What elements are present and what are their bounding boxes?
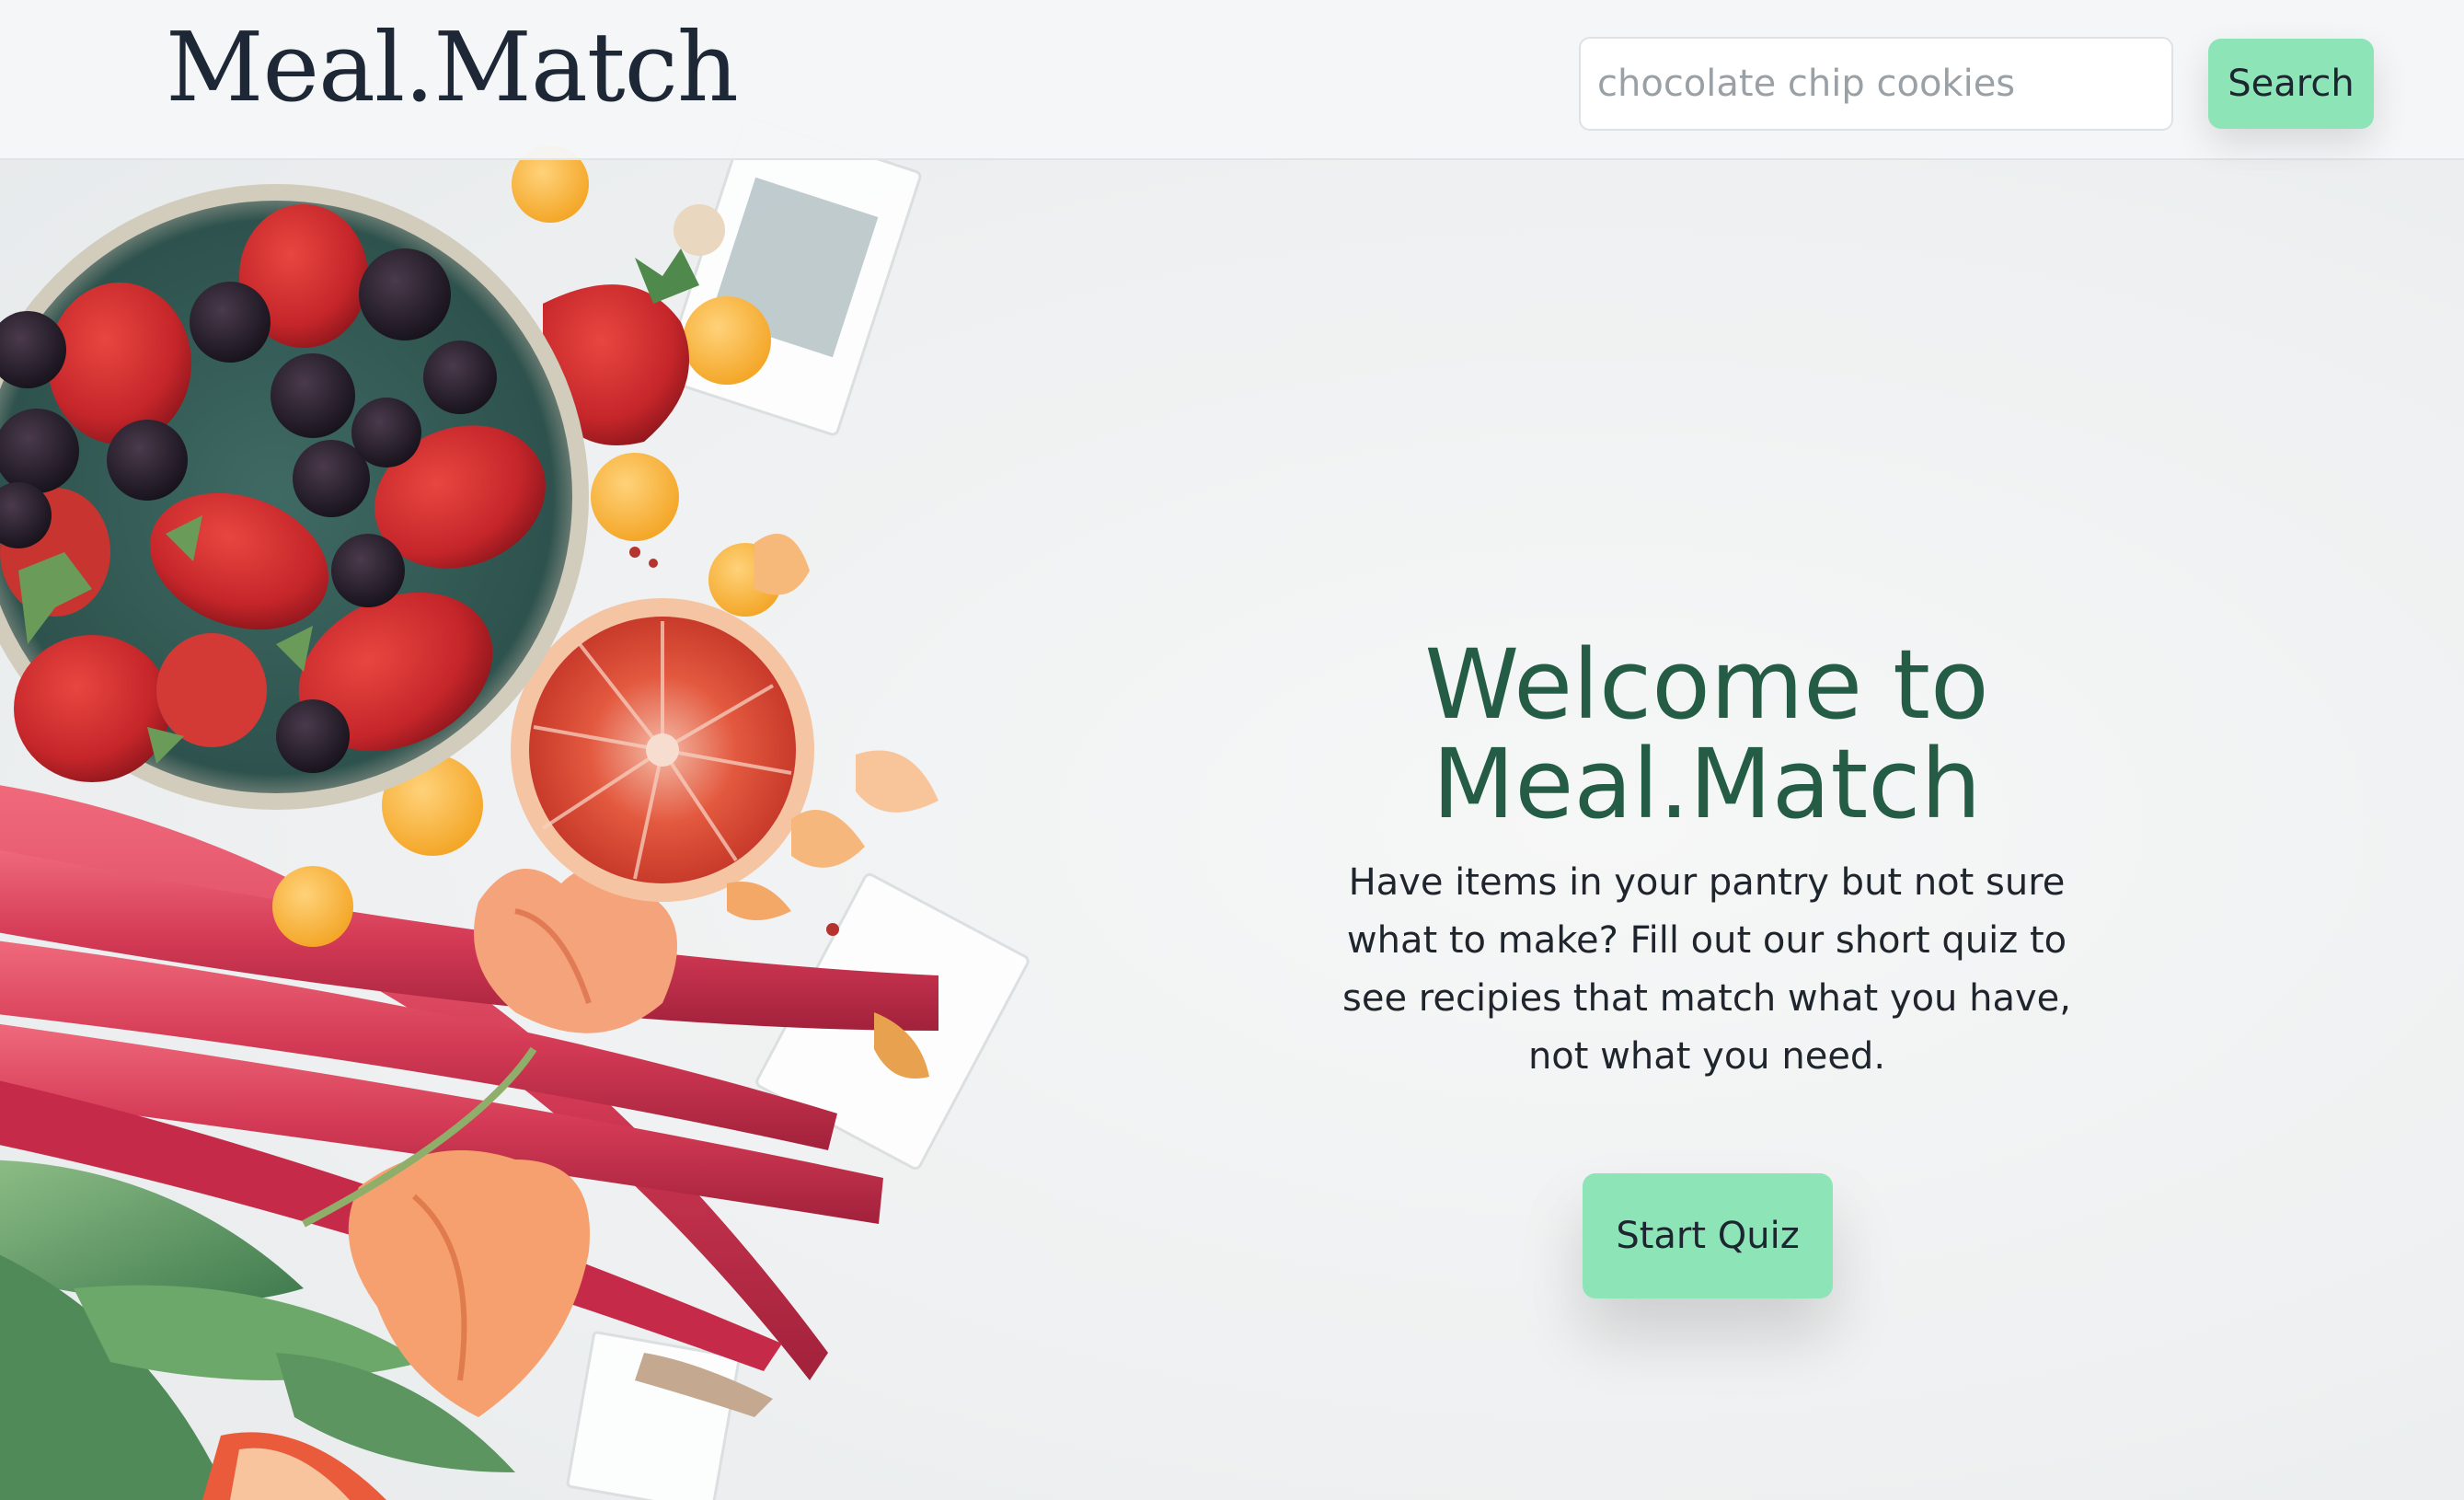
hero-description: Have items in your pantry but not sure w… bbox=[1342, 861, 2071, 1078]
search-button[interactable]: Search bbox=[2208, 39, 2374, 129]
page: Meal.Match Search Welcome to Meal.Match … bbox=[0, 0, 2464, 1500]
top-navbar: Meal.Match Search bbox=[0, 0, 2464, 160]
search-input[interactable] bbox=[1579, 37, 2173, 131]
hero-section: Welcome to Meal.Match Have items in your… bbox=[1270, 635, 2144, 1086]
brand-logo[interactable]: Meal.Match bbox=[166, 7, 739, 127]
hero-food-image bbox=[0, 116, 1030, 1500]
hero-title: Welcome to Meal.Match bbox=[1424, 629, 1989, 840]
start-quiz-button[interactable]: Start Quiz bbox=[1583, 1173, 1833, 1298]
